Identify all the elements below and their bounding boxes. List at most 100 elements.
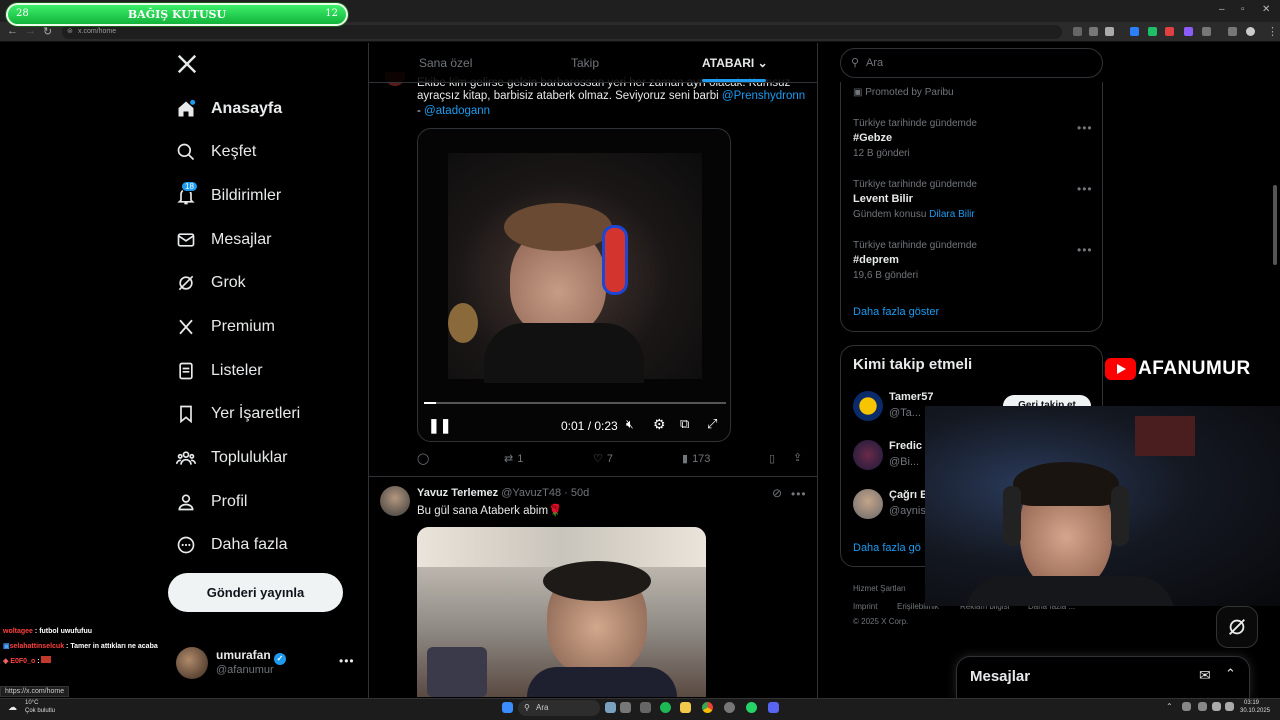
volume-icon[interactable]	[1225, 702, 1234, 711]
grok-icon[interactable]: ⊘	[772, 486, 782, 500]
tray-chevron-icon[interactable]: ⌃	[1166, 702, 1173, 711]
taskbar-app-icon[interactable]	[620, 702, 631, 713]
mention-link[interactable]: @Prenshydronn	[722, 90, 805, 102]
trend-more-icon[interactable]: •••	[1077, 182, 1093, 196]
like-button[interactable]: ♡ 7	[593, 452, 613, 466]
menu-kebab-icon[interactable]: ⋮	[1267, 25, 1278, 38]
cast-icon[interactable]	[1073, 27, 1082, 36]
tweet-age[interactable]: · 50d	[564, 487, 589, 499]
reload-icon[interactable]: ↻	[43, 25, 52, 38]
spotify-icon[interactable]	[660, 702, 671, 713]
tweet-photo[interactable]	[417, 527, 706, 697]
clock-time[interactable]: 03:19	[1244, 700, 1259, 706]
search-input[interactable]: Ara	[866, 57, 883, 69]
footer-link[interactable]: Hizmet Şartları	[853, 584, 906, 593]
extension-icon[interactable]	[1148, 27, 1157, 36]
file-explorer-icon[interactable]	[680, 702, 691, 713]
tweet-more-icon[interactable]: •••	[791, 487, 807, 501]
video-player[interactable]: ❚❚ 0:01 / 0:23 🔇︎ ⚙ ⧉ ⤢	[417, 128, 731, 442]
nav-communities[interactable]: Topluluklar	[175, 443, 287, 473]
bookmark-star-icon[interactable]	[1105, 27, 1114, 36]
nav-bookmarks[interactable]: Yer İşaretleri	[175, 399, 300, 429]
maximize-icon[interactable]: ▫	[1241, 4, 1245, 15]
author-handle[interactable]: @YavuzT48	[501, 487, 561, 499]
follow-name[interactable]: Tamer57	[889, 391, 933, 403]
show-more-link[interactable]: Daha fazla gö	[853, 542, 921, 554]
video-progress-track[interactable]	[424, 402, 726, 404]
account-menu-icon[interactable]: •••	[339, 654, 355, 668]
minimize-icon[interactable]: –	[1219, 4, 1225, 15]
taskbar-search[interactable]: ⚲ Ara	[518, 700, 600, 716]
zoom-icon[interactable]	[1089, 27, 1098, 36]
task-view-icon[interactable]	[640, 702, 651, 713]
close-icon[interactable]: ✕	[1262, 4, 1270, 15]
tray-icon[interactable]	[1198, 702, 1207, 711]
mention-link[interactable]: @atadogann	[424, 105, 490, 117]
tab-following[interactable]: Takip	[571, 56, 599, 70]
trend-more-icon[interactable]: •••	[1077, 121, 1093, 135]
search-box[interactable]: ⚲ Ara	[840, 48, 1103, 78]
weather-icon[interactable]: ☁	[8, 702, 17, 713]
tab-for-you[interactable]: Sana özel	[419, 56, 472, 70]
share-icon[interactable]: ⇪	[793, 451, 802, 464]
trend-item[interactable]: Türkiye tarihinde gündemde #deprem 19,6 …	[853, 240, 1093, 281]
new-message-icon[interactable]: ✉	[1199, 667, 1211, 684]
mute-icon[interactable]: 🔇︎	[626, 417, 634, 432]
profile-avatar-icon[interactable]	[1246, 27, 1255, 36]
trend-item[interactable]: Türkiye tarihinde gündemde #Gebze 12 B g…	[853, 118, 1093, 159]
repost-button[interactable]: ⇄ 1	[504, 452, 523, 466]
post-button[interactable]: Gönderi yayınla	[168, 573, 343, 612]
nav-explore[interactable]: Keşfet	[175, 137, 256, 167]
follow-name[interactable]: Fredic	[889, 440, 922, 452]
back-icon[interactable]: ←	[7, 25, 18, 37]
taskbar-app-icon[interactable]	[724, 702, 735, 713]
forward-icon[interactable]: →	[25, 25, 36, 37]
nav-messages[interactable]: Mesajlar	[175, 225, 271, 255]
nav-lists[interactable]: Listeler	[175, 356, 263, 386]
page-scrollbar[interactable]	[1273, 185, 1277, 265]
nav-more[interactable]: Daha fazla	[175, 530, 288, 560]
start-windows-icon[interactable]	[502, 702, 513, 713]
views-button[interactable]: ▮ 173	[682, 452, 710, 466]
nav-notifications[interactable]: 18 Bildirimler	[175, 181, 281, 211]
network-icon[interactable]	[1212, 702, 1221, 711]
discord-icon[interactable]	[768, 702, 779, 713]
bookmark-icon[interactable]: ▯	[769, 452, 775, 465]
trend-item[interactable]: Türkiye tarihinde gündemde Levent Bilir …	[853, 179, 1093, 220]
extensions-puzzle-icon[interactable]	[1202, 27, 1211, 36]
trend-sub-link[interactable]: Dilara Bilir	[929, 209, 975, 220]
avatar[interactable]	[380, 486, 410, 516]
avatar[interactable]	[853, 440, 883, 470]
taskbar-app-icon[interactable]	[605, 702, 616, 713]
x-logo-icon[interactable]	[176, 53, 198, 78]
picture-in-picture-icon[interactable]: ⧉	[680, 416, 689, 432]
tab-groups-icon[interactable]	[1228, 27, 1237, 36]
follow-name[interactable]: Çağrı E	[889, 489, 928, 501]
whatsapp-icon[interactable]	[746, 702, 757, 713]
chrome-icon[interactable]	[702, 702, 713, 713]
reply-button[interactable]: ◯	[417, 452, 429, 465]
nav-profile[interactable]: Profil	[175, 487, 247, 517]
settings-gear-icon[interactable]: ⚙	[653, 416, 666, 433]
avatar[interactable]	[853, 391, 883, 421]
avatar[interactable]	[853, 489, 883, 519]
clock-date[interactable]: 30.10.2025	[1240, 708, 1270, 714]
extension-icon[interactable]	[1165, 27, 1174, 36]
trend-more-icon[interactable]: •••	[1077, 243, 1093, 257]
extension-icon[interactable]	[1184, 27, 1193, 36]
tray-icon[interactable]	[1182, 702, 1191, 711]
pause-icon[interactable]: ❚❚	[428, 417, 451, 434]
chevron-up-icon[interactable]: ⌃	[1225, 666, 1236, 682]
site-info-icon[interactable]: ⊜	[67, 25, 73, 39]
show-more-link[interactable]: Daha fazla göster	[853, 306, 939, 318]
author-name[interactable]: Yavuz Terlemez	[417, 487, 498, 499]
messages-drawer[interactable]: Mesajlar ✉ ⌃	[956, 656, 1250, 698]
avatar[interactable]	[176, 647, 208, 679]
url-input[interactable]: ⊜ x.com/home	[62, 25, 1062, 39]
extension-icon[interactable]	[1130, 27, 1139, 36]
tab-atabari[interactable]: ATABARI ⌄	[702, 56, 768, 70]
fullscreen-icon[interactable]: ⤢	[707, 416, 717, 432]
account-name[interactable]: umurafan ✓	[216, 648, 287, 665]
nav-home[interactable]: Anasayfa	[175, 94, 282, 124]
grok-floating-button[interactable]	[1216, 606, 1258, 648]
